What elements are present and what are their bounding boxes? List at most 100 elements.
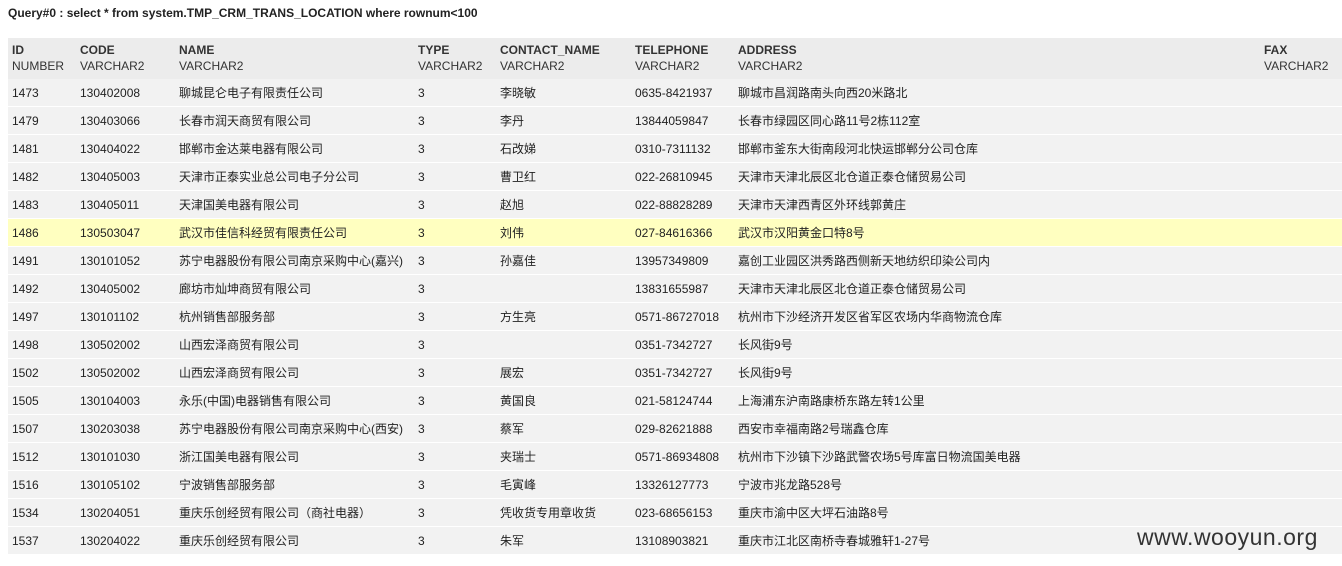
column-header-contact-name[interactable]: CONTACT_NAME VARCHAR2 [496,38,631,79]
cell-name: 苏宁电器股份有限公司南京采购中心(西安) [175,414,414,443]
cell-fax [1260,218,1342,247]
cell-id: 1473 [8,79,76,107]
cell-name: 永乐(中国)电器销售有限公司 [175,386,414,415]
cell-fax [1260,274,1342,303]
table-row[interactable]: 1486 130503047 武汉市佳信科经贸有限责任公司 3 刘伟 027-846163… [8,218,1342,247]
table-row[interactable]: 1498 130502002 山西宏泽商贸有限公司 3 0351-7342727 长风街9… [8,330,1342,359]
table-row[interactable]: 1502 130502002 山西宏泽商贸有限公司 3 展宏 0351-7342727 长风… [8,358,1342,387]
cell-fax [1260,106,1342,135]
cell-address: 嘉创工业园区洪秀路西侧新天地纺织印染公司内 [734,246,1260,275]
cell-telephone: 027-84616366 [631,218,734,247]
cell-fax [1260,358,1342,387]
cell-fax [1260,79,1342,107]
table-row[interactable]: 1516 130105102 宁波销售部服务部 3 毛寅峰 13326127773 宁波市兆… [8,470,1342,499]
cell-name: 天津国美电器有限公司 [175,190,414,219]
cell-id: 1497 [8,302,76,331]
cell-id: 1507 [8,414,76,443]
cell-name: 苏宁电器股份有限公司南京采购中心(嘉兴) [175,246,414,275]
cell-fax [1260,386,1342,415]
cell-contact-name: 刘伟 [496,218,631,247]
cell-contact-name: 凭收货专用章收货 [496,498,631,527]
cell-contact-name: 石改娣 [496,134,631,163]
cell-name: 杭州销售部服务部 [175,302,414,331]
query-text: Query#0 : select * from system.TMP_CRM_T… [8,6,478,20]
cell-type: 3 [414,134,496,163]
cell-type: 3 [414,414,496,443]
cell-code: 130101102 [76,302,175,331]
column-header-id[interactable]: ID NUMBER [8,38,76,79]
table-row[interactable]: 1491 130101052 苏宁电器股份有限公司南京采购中心(嘉兴) 3 孙嘉佳 139… [8,246,1342,275]
table-row[interactable]: 1505 130104003 永乐(中国)电器销售有限公司 3 黄国良 021-58124… [8,386,1342,415]
cell-telephone: 13844059847 [631,106,734,135]
column-header-fax[interactable]: FAX VARCHAR2 [1260,38,1342,79]
cell-telephone: 13957349809 [631,246,734,275]
cell-contact-name: 蔡军 [496,414,631,443]
table-row[interactable]: 1479 130403066 长春市润天商贸有限公司 3 李丹 13844059847 长春… [8,106,1342,135]
cell-name: 浙江国美电器有限公司 [175,442,414,471]
cell-fax [1260,330,1342,359]
cell-type: 3 [414,246,496,275]
cell-id: 1481 [8,134,76,163]
cell-code: 130105102 [76,470,175,499]
cell-type: 3 [414,330,496,359]
table-row[interactable]: 1497 130101102 杭州销售部服务部 3 方生亮 0571-86727018 杭州… [8,302,1342,331]
cell-fax [1260,246,1342,275]
cell-contact-name [496,330,631,359]
cell-id: 1502 [8,358,76,387]
cell-type: 3 [414,190,496,219]
column-header-code[interactable]: CODE VARCHAR2 [76,38,175,79]
table-row[interactable]: 1534 130204051 重庆乐创经贸有限公司（商社电器） 3 凭收货专用章收货 02… [8,498,1342,527]
column-header-type[interactable]: TYPE VARCHAR2 [414,38,496,79]
cell-fax [1260,162,1342,191]
table-row[interactable]: 1482 130405003 天津市正泰实业总公司电子分公司 3 曹卫红 022-2681… [8,162,1342,191]
cell-telephone: 023-68656153 [631,498,734,527]
cell-type: 3 [414,162,496,191]
cell-address: 长风街9号 [734,358,1260,387]
cell-code: 130503047 [76,218,175,247]
cell-telephone: 0571-86727018 [631,302,734,331]
table-row[interactable]: 1512 130101030 浙江国美电器有限公司 3 夹瑞士 0571-86934808… [8,442,1342,471]
column-header-address[interactable]: ADDRESS VARCHAR2 [734,38,1260,79]
cell-name: 长春市润天商贸有限公司 [175,106,414,135]
cell-telephone: 13326127773 [631,470,734,499]
cell-id: 1537 [8,526,76,555]
cell-code: 130204022 [76,526,175,555]
cell-contact-name: 夹瑞士 [496,442,631,471]
cell-telephone: 0351-7342727 [631,330,734,359]
cell-id: 1486 [8,218,76,247]
cell-type: 3 [414,218,496,247]
cell-address: 天津市天津北辰区北仓道正泰仓储贸易公司 [734,162,1260,191]
table-row[interactable]: 1492 130405002 廊坊市灿坤商贸有限公司 3 13831655987 天津市天… [8,274,1342,303]
table-row[interactable]: 1481 130404022 邯郸市金达莱电器有限公司 3 石改娣 0310-731113… [8,134,1342,163]
table-row[interactable]: 1483 130405011 天津国美电器有限公司 3 赵旭 022-88828289 天津… [8,190,1342,219]
cell-name: 重庆乐创经贸有限公司 [175,526,414,555]
cell-code: 130502002 [76,330,175,359]
cell-code: 130204051 [76,498,175,527]
cell-address: 聊城市昌润路南头向西20米路北 [734,79,1260,107]
cell-address: 杭州市下沙经济开发区省军区农场内华商物流仓库 [734,302,1260,331]
cell-fax [1260,442,1342,471]
table-row[interactable]: 1507 130203038 苏宁电器股份有限公司南京采购中心(西安) 3 蔡军 029-… [8,414,1342,443]
results-table: ID NUMBER CODE VARCHAR2 NAME VARCHAR2 TYPE V… [8,38,1342,555]
cell-type: 3 [414,498,496,527]
column-header-name[interactable]: NAME VARCHAR2 [175,38,414,79]
cell-id: 1505 [8,386,76,415]
cell-fax [1260,498,1342,527]
cell-code: 130405011 [76,190,175,219]
cell-id: 1491 [8,246,76,275]
cell-type: 3 [414,274,496,303]
cell-contact-name [496,274,631,303]
cell-address: 重庆市渝中区大坪石油路8号 [734,498,1260,527]
cell-contact-name: 黄国良 [496,386,631,415]
cell-id: 1534 [8,498,76,527]
cell-id: 1482 [8,162,76,191]
cell-fax [1260,414,1342,443]
cell-id: 1516 [8,470,76,499]
column-header-telephone[interactable]: TELEPHONE VARCHAR2 [631,38,734,79]
cell-address: 邯郸市釜东大街南段河北快运邯郸分公司仓库 [734,134,1260,163]
cell-type: 3 [414,79,496,107]
results-body: 1473 130402008 聊城昆仑电子有限责任公司 3 李晓敏 0635-842193… [8,79,1342,555]
table-row[interactable]: 1473 130402008 聊城昆仑电子有限责任公司 3 李晓敏 0635-842193… [8,79,1342,107]
cell-contact-name: 朱军 [496,526,631,555]
cell-code: 130402008 [76,79,175,107]
